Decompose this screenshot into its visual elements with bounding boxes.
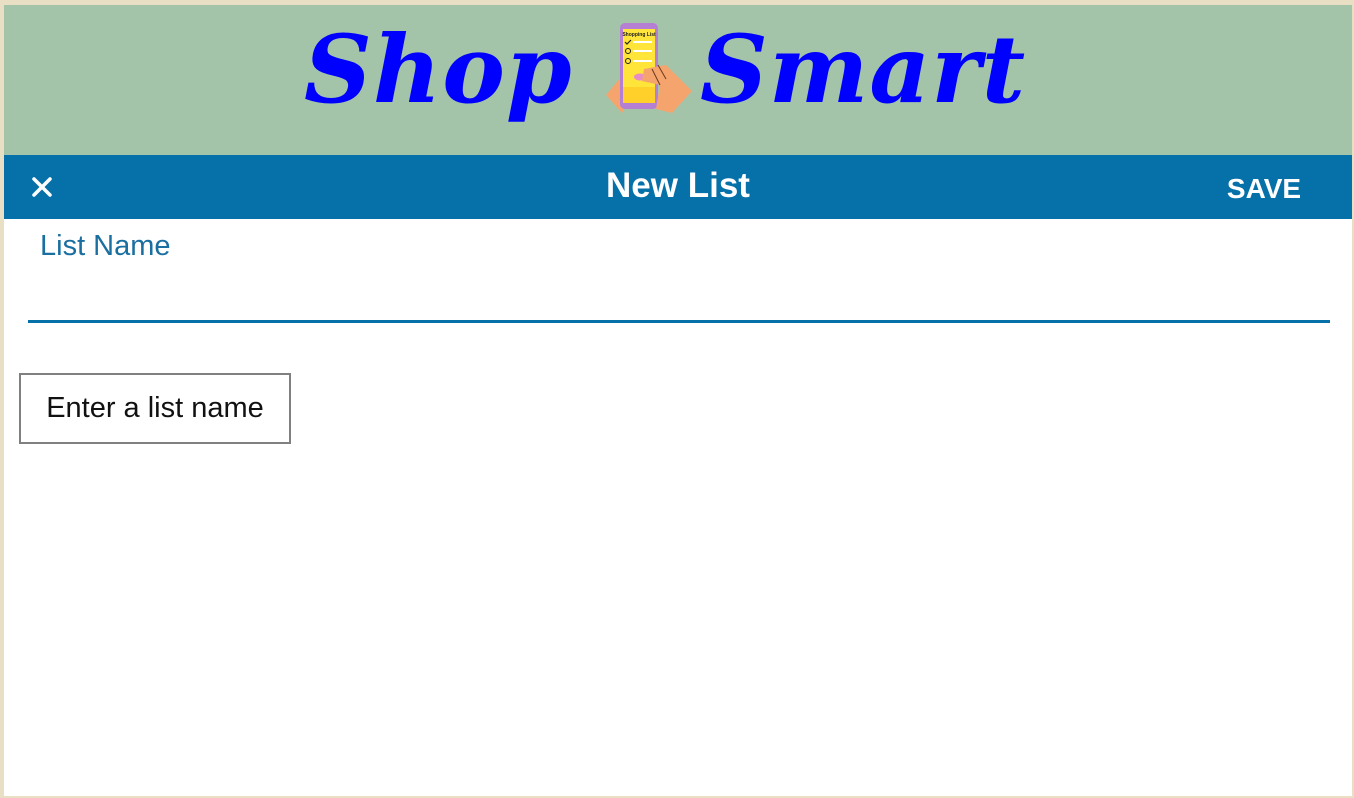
logo-text-smart: Smart (700, 15, 1027, 125)
list-name-input[interactable] (28, 273, 1330, 323)
app-window: Shop Shopping List Smart New List SAVE L… (4, 5, 1352, 796)
validation-tooltip: Enter a list name (19, 373, 291, 444)
list-name-label: List Name (40, 230, 171, 262)
save-button[interactable]: SAVE (1214, 173, 1314, 205)
dialog-title: New List (606, 166, 750, 205)
dialog-toolbar: New List SAVE (4, 155, 1352, 219)
app-banner: Shop Shopping List Smart (4, 5, 1352, 155)
validation-message: Enter a list name (46, 392, 264, 424)
phone-screen-text: Shopping List (622, 32, 656, 38)
logo-text-shop: Shop (304, 15, 573, 125)
hands-holding-phone-icon: Shopping List (606, 23, 692, 113)
